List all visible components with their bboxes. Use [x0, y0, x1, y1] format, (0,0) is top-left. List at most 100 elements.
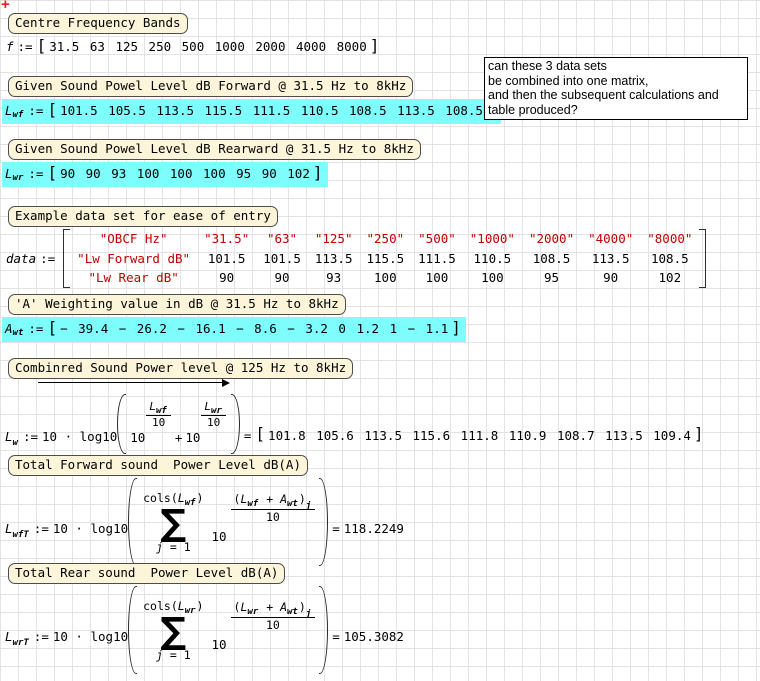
math-region-lwft-formula[interactable]: LwfT:=10 · log10 cols(Lwf) ∑ j = 1 10 (L… [5, 478, 404, 566]
text-region-centre-frequency-bands[interactable]: Centre Frequency Bands [8, 13, 188, 34]
matrix-number-cell: 115.5 [360, 249, 412, 269]
vector-values: 101.5 105.5 113.5 115.5 111.5 110.5 108.… [60, 103, 483, 118]
matrix-number-cell: 101.5 [197, 249, 256, 269]
text-region-forward-label[interactable]: Given Sound Powel Level dB Forward @ 31.… [8, 76, 413, 97]
matrix-number-cell: 108.5 [640, 249, 699, 269]
exponent-fraction: (Lwf + Awt)j 10 [231, 493, 316, 524]
power-base: 10 [185, 430, 200, 445]
close-bracket: ] [313, 163, 323, 182]
assign-operator: := [28, 166, 43, 181]
matrix-number-cell: 90 [581, 268, 640, 288]
matrix-number-cell: 90 [256, 268, 308, 288]
variable-name: A [5, 321, 13, 336]
variable-name: L [5, 103, 13, 118]
matrix-string-cell: "4000" [581, 229, 640, 249]
matrix-string-cell: "250" [360, 229, 412, 249]
matrix-string-cell: "OBCF Hz" [70, 229, 197, 249]
exponent-fraction: (Lwr + Awt)j 10 [231, 601, 316, 632]
matrix-right-bracket [699, 229, 706, 288]
matrix-number-cell: 111.5 [411, 249, 463, 269]
note-line: be combined into one matrix, [488, 74, 744, 89]
text-region-rearward-label[interactable]: Given Sound Powel Level dB Rearward @ 31… [8, 139, 421, 160]
variable-subscript: wf [13, 110, 24, 120]
matrix-string-cell: "8000" [640, 229, 699, 249]
paren-content: cols(Lwf) ∑ j = 1 10 (Lwf + Awt)j 10 [137, 480, 319, 566]
vectorize-arrow-icon [38, 382, 228, 383]
insertion-crosshair-icon: + [1, 0, 10, 13]
matrix-row: "Lw Forward dB"101.5101.5113.5115.5111.5… [70, 249, 699, 269]
vector-values: 31.5 63 125 250 500 1000 2000 4000 8000 [49, 39, 367, 54]
matrix-string-cell: "125" [308, 229, 360, 249]
text-region-total-rear-label[interactable]: Total Rear sound Power Level dB(A) [8, 563, 285, 584]
power-base: 10 [211, 529, 226, 544]
assign-operator: := [40, 251, 55, 266]
formula-result: =118.2249 [328, 521, 404, 566]
big-paren-left [117, 394, 126, 454]
note-line: and then the subsequent calculations and [488, 88, 744, 103]
exponent-fraction: Lwf10 [146, 401, 170, 429]
paren-content: 10Lwf10 + 10Lwr10 [126, 387, 231, 454]
power-base: 10 [130, 430, 145, 445]
matrix-number-cell: 102 [640, 268, 699, 288]
text-region-total-forward-label[interactable]: Total Forward sound Power Level dB(A) [8, 455, 308, 476]
matrix-number-cell: 113.5 [581, 249, 640, 269]
math-region-lwr-vector[interactable]: Lwr:=[90 90 93 100 100 100 95 90 102] [2, 162, 328, 187]
variable-name: f [6, 39, 14, 54]
matrix-string-cell: "1000" [463, 229, 522, 249]
matrix-number-cell: 90 [197, 268, 256, 288]
assign-operator: := [28, 103, 43, 118]
formula-lhs: LwfT:=10 · log10 [5, 521, 128, 566]
paren-content: cols(Lwr) ∑ j = 1 10 (Lwr + Awt)j 10 [137, 588, 319, 674]
formula-lhs: Lw:=10 · log10 [5, 429, 117, 454]
power-base: 10 [211, 637, 226, 652]
matrix-number-cell: 108.5 [522, 249, 581, 269]
math-region-data-matrix[interactable]: data := "OBCF Hz""31.5""63""125""250""500"… [6, 229, 706, 288]
matrix-number-cell: 100 [411, 268, 463, 288]
sigma-icon: ∑ [160, 507, 186, 541]
open-bracket: [ [47, 100, 57, 119]
matrix-string-cell: "Lw Forward dB" [70, 249, 197, 269]
formula-lhs: LwrT:=10 · log10 [5, 629, 128, 674]
matrix-row: "OBCF Hz""31.5""63""125""250""500""1000"… [70, 229, 699, 249]
power-block: 10 (Lwr + Awt)j 10 [211, 616, 315, 647]
note-line: table produced? [488, 103, 744, 118]
matrix-number-cell: 113.5 [308, 249, 360, 269]
open-bracket: [ [47, 318, 57, 337]
matrix-number-cell: 101.5 [256, 249, 308, 269]
math-region-awt-vector[interactable]: Awt:=[− 39.4 − 26.2 − 16.1 − 8.6 − 3.2 0… [2, 317, 466, 342]
math-region-f-vector[interactable]: f := [31.5 63 125 250 500 1000 2000 4000 8… [6, 37, 379, 56]
big-paren-right [231, 394, 240, 454]
matrix-number-cell: 100 [463, 268, 522, 288]
annotation-note[interactable]: can these 3 data sets be combined into o… [484, 57, 748, 120]
text-region-aweight-label[interactable]: 'A' Weighting value in dB @ 31.5 Hz to 8… [8, 294, 346, 315]
close-bracket: ] [451, 318, 461, 337]
matrix-left-bracket [63, 229, 70, 288]
vector-values: 90 90 93 100 100 100 95 90 102 [60, 166, 310, 181]
power-block: 10 (Lwf + Awt)j 10 [211, 508, 315, 539]
open-bracket: [ [47, 163, 57, 182]
variable-subscript: wt [13, 328, 24, 338]
matrix-string-cell: "500" [411, 229, 463, 249]
math-region-lwf-vector[interactable]: Lwf := [101.5 105.5 113.5 115.5 111.5 110.… [2, 99, 501, 124]
matrix-string-cell: "2000" [522, 229, 581, 249]
matrix-table: "OBCF Hz""31.5""63""125""250""500""1000"… [70, 229, 699, 288]
big-paren-left [128, 586, 137, 674]
math-region-lw-formula[interactable]: Lw:=10 · log10 10Lwf10 + 10Lwr10 =[101.8… [5, 378, 704, 454]
text-region-example-label[interactable]: Example data set for ease of entry [8, 206, 278, 227]
assign-operator: := [18, 39, 33, 54]
text-region-combined-label[interactable]: Combinred Sound Power level @ 125 Hz to … [8, 358, 353, 379]
matrix-number-cell: 95 [522, 268, 581, 288]
formula-result: =105.3082 [328, 629, 404, 674]
variable-name: data [6, 251, 36, 266]
math-region-lwrt-formula[interactable]: LwrT:=10 · log10 cols(Lwr) ∑ j = 1 10 (L… [5, 586, 404, 674]
open-bracket: [ [37, 36, 47, 55]
big-paren-right [319, 586, 328, 674]
matrix-string-cell: "63" [256, 229, 308, 249]
matrix-number-cell: 110.5 [463, 249, 522, 269]
vector-values: − 39.4 − 26.2 − 16.1 − 8.6 − 3.2 0 1.2 1… [60, 321, 448, 336]
matrix-number-cell: 93 [308, 268, 360, 288]
mathcad-worksheet: { "sym": { "op": "(", "cp": ")", "ob": "… [0, 0, 760, 681]
exponent-fraction: Lwr10 [201, 401, 225, 429]
summation-block: cols(Lwf) ∑ j = 1 [143, 492, 203, 554]
variable-name: L [5, 166, 13, 181]
